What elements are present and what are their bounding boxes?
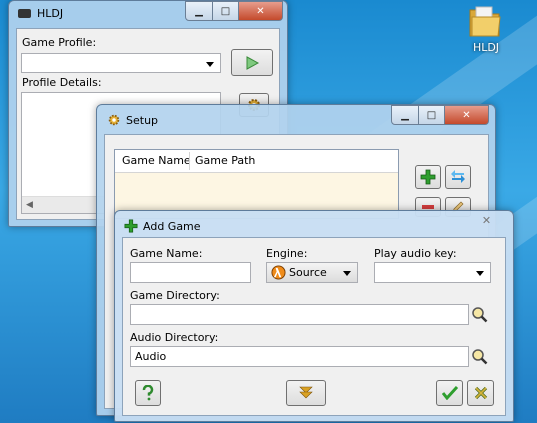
cancel-button[interactable]: [467, 380, 494, 406]
engine-select[interactable]: Source: [266, 262, 358, 283]
column-header-game-name[interactable]: Game Name: [122, 154, 191, 167]
checkmark-icon: [441, 386, 458, 400]
play-button[interactable]: [231, 49, 273, 76]
expand-button[interactable]: [286, 380, 326, 406]
minimize-icon: ▁: [195, 5, 203, 17]
close-button[interactable]: ✕: [239, 1, 283, 21]
games-list-header: Game Name Game Path: [115, 150, 398, 173]
game-name-field[interactable]: [130, 262, 251, 283]
close-icon: ✕: [481, 213, 492, 227]
double-chevron-down-icon: [299, 386, 313, 399]
desktop-folder-label: HLDJ: [472, 41, 500, 54]
close-button[interactable]: ✕: [445, 105, 489, 125]
minimize-button[interactable]: ▁: [185, 1, 213, 21]
game-profile-label: Game Profile:: [22, 36, 97, 49]
add-game-title-bar[interactable]: Add Game ✕: [115, 211, 513, 237]
magnifier-icon: [472, 349, 488, 365]
games-list[interactable]: Game Name Game Path: [114, 149, 399, 219]
maximize-button[interactable]: □: [419, 105, 445, 125]
plus-icon: [420, 169, 436, 185]
add-game-button[interactable]: [415, 165, 441, 189]
window-title: Add Game: [143, 220, 201, 233]
engine-label: Engine:: [266, 247, 308, 260]
maximize-icon: □: [220, 5, 231, 17]
add-game-client: Game Name: Engine: Source Play audio key…: [122, 237, 506, 416]
audio-directory-field[interactable]: Audio: [130, 346, 469, 367]
half-life-lambda-icon: [271, 265, 286, 280]
game-name-label: Game Name:: [130, 247, 203, 260]
play-icon: [246, 55, 260, 70]
minimize-button[interactable]: ▁: [391, 105, 419, 125]
game-profile-select[interactable]: [21, 53, 221, 73]
swap-arrows-icon: [451, 170, 465, 183]
profile-details-label: Profile Details:: [22, 76, 102, 89]
column-header-game-path[interactable]: Game Path: [195, 154, 255, 167]
hldj-title-bar[interactable]: HLDJ ▁ □ ✕: [9, 1, 287, 27]
app-icon: [18, 9, 31, 18]
plus-icon: [124, 219, 138, 233]
magnifier-icon: [472, 307, 488, 323]
help-button[interactable]: [135, 380, 161, 406]
ok-button[interactable]: [436, 380, 463, 406]
close-button[interactable]: ✕: [468, 211, 505, 229]
setup-title-bar[interactable]: Setup ▁ □ ✕: [97, 105, 495, 131]
folder-icon: [469, 6, 501, 37]
game-directory-label: Game Directory:: [130, 289, 220, 302]
scroll-left-icon[interactable]: ◀: [26, 198, 33, 212]
close-icon: ✕: [256, 5, 265, 17]
window-title: HLDJ: [37, 7, 64, 20]
maximize-button[interactable]: □: [213, 1, 239, 21]
gear-icon: [108, 114, 120, 126]
engine-select-value: Source: [289, 266, 327, 279]
close-icon: ✕: [462, 109, 471, 121]
play-audio-key-select[interactable]: [374, 262, 491, 283]
minimize-icon: ▁: [401, 109, 409, 121]
browse-game-directory-button[interactable]: [471, 306, 489, 323]
help-question-icon: [142, 385, 154, 401]
maximize-icon: □: [426, 109, 437, 121]
window-title: Setup: [126, 114, 159, 127]
cross-icon: [474, 386, 487, 400]
play-audio-key-label: Play audio key:: [374, 247, 457, 260]
game-directory-field[interactable]: [130, 304, 469, 325]
desktop-folder-hldj[interactable]: HLDJ: [463, 4, 503, 58]
move-button[interactable]: [445, 165, 471, 189]
audio-directory-label: Audio Directory:: [130, 331, 219, 344]
add-game-window: Add Game ✕ Game Name: Engine: Source Pla…: [114, 210, 514, 422]
browse-audio-directory-button[interactable]: [471, 348, 489, 365]
